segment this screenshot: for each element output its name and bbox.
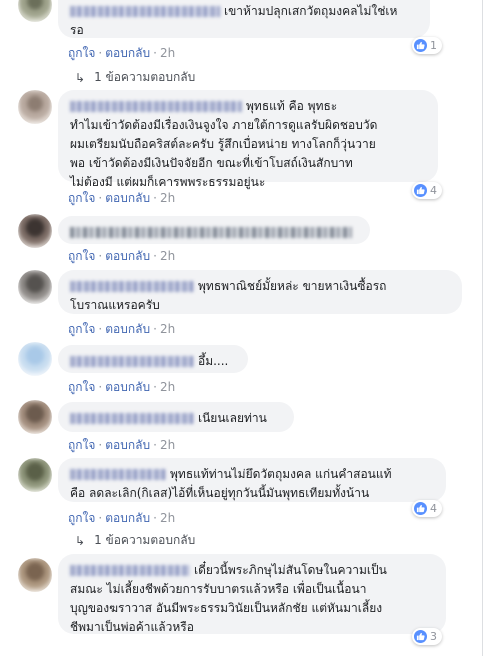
comment-text: พุทธแท้ท่านไม่ยึดวัตถุมงคล แก่นคำสอนแท้ xyxy=(170,467,392,481)
like-link[interactable]: ถูกใจ xyxy=(68,249,95,263)
avatar[interactable] xyxy=(18,214,52,248)
avatar[interactable] xyxy=(18,400,52,434)
commenter-name[interactable] xyxy=(70,469,166,480)
avatar[interactable] xyxy=(18,270,52,304)
like-link[interactable]: ถูกใจ xyxy=(68,511,95,525)
comment-bubble: เขาห้ามปลุกเสกวัตถุมงคลไม่ใช่เห รอ xyxy=(58,0,430,38)
comment-bubble: เนียนเลยท่าน xyxy=(58,402,294,432)
comment-text: บุญของฆราวาส อันมีพระธรรมวินัยเป็นหลักชั… xyxy=(70,601,383,615)
commenter-name[interactable] xyxy=(70,565,190,576)
avatar[interactable] xyxy=(18,558,52,592)
like-link[interactable]: ถูกใจ xyxy=(68,322,95,336)
like-link[interactable]: ถูกใจ xyxy=(68,46,95,60)
commenter-name[interactable] xyxy=(70,6,220,17)
comment-text: โบราณแหรอครับ xyxy=(70,298,160,312)
comment-text: เนียนเลยท่าน xyxy=(198,411,267,425)
comment-actions: ถูกใจ · ตอบกลับ · 2h xyxy=(68,438,176,452)
like-link[interactable]: ถูกใจ xyxy=(68,191,95,205)
comment-text: อึ้ม.... xyxy=(198,354,229,368)
comment-bubble xyxy=(58,216,370,244)
comment-actions: ถูกใจ · ตอบกลับ · 2h xyxy=(68,511,176,525)
comment-actions: ถูกใจ · ตอบกลับ · 2h xyxy=(68,46,176,60)
reply-link[interactable]: ตอบกลับ xyxy=(105,46,150,60)
like-icon xyxy=(414,502,427,515)
like-icon xyxy=(414,630,427,643)
timestamp[interactable]: 2h xyxy=(160,191,175,205)
comment-bubble: พุทธพาณิชย์มั้ยหล่ะ ขายหาเงินซื้อรถ โบรา… xyxy=(58,270,462,314)
comment-text: เดี๋ยวนี้พระภิกษุไม่สันโดษในความเป็น xyxy=(194,563,387,577)
avatar[interactable] xyxy=(18,342,52,376)
comment-actions: ถูกใจ · ตอบกลับ · 2h xyxy=(68,322,176,336)
view-replies-link[interactable]: ↳ 1 ข้อความตอบกลับ xyxy=(75,531,195,550)
commenter-name[interactable] xyxy=(70,413,194,424)
comment-text xyxy=(70,227,352,238)
timestamp[interactable]: 2h xyxy=(160,249,175,263)
comment-bubble: อึ้ม.... xyxy=(58,345,248,373)
like-icon xyxy=(414,184,427,197)
reply-arrow-icon: ↳ xyxy=(75,70,86,85)
reply-link[interactable]: ตอบกลับ xyxy=(105,191,150,205)
timestamp[interactable]: 2h xyxy=(160,380,175,394)
comment-text: พอ เข้าวัดต้องมีเงินปัจจัยอีก ขณะที่เข้า… xyxy=(70,156,353,170)
comment-actions: ถูกใจ · ตอบกลับ · 2h xyxy=(68,191,176,205)
comment-text: รอ xyxy=(70,23,84,37)
comment-text: พุทธแท้ คือ พุทธะ xyxy=(246,99,338,113)
reaction-count[interactable]: 4 xyxy=(412,500,442,517)
comment-text: เขาห้ามปลุกเสกวัตถุมงคลไม่ใช่เห xyxy=(224,4,398,18)
comments-panel: เขาห้ามปลุกเสกวัตถุมงคลไม่ใช่เห รอ 1 ถูก… xyxy=(0,0,483,656)
timestamp[interactable]: 2h xyxy=(160,322,175,336)
comment-text: คือ ลดละเลิก(กิเลส)ไอ้ที่เห็นอยู่ทุกวันน… xyxy=(70,486,370,500)
commenter-name[interactable] xyxy=(70,281,194,292)
reaction-count[interactable]: 3 xyxy=(412,628,442,645)
comment-actions: ถูกใจ · ตอบกลับ · 2h xyxy=(68,380,176,394)
comment-text: สมณะ ไม่เลี้ยงชีพด้วยการรับบาตรแล้วหรือ … xyxy=(70,582,367,596)
reply-link[interactable]: ตอบกลับ xyxy=(105,438,150,452)
comment-bubble: พุทธแท้ คือ พุทธะ ทำไมเข้าวัดต้องมีเรื่อ… xyxy=(58,90,438,189)
commenter-name[interactable] xyxy=(70,356,194,367)
reply-link[interactable]: ตอบกลับ xyxy=(105,380,150,394)
avatar[interactable] xyxy=(18,0,52,22)
timestamp[interactable]: 2h xyxy=(160,511,175,525)
reply-link[interactable]: ตอบกลับ xyxy=(105,322,150,336)
comment-text: ชีพมาเป็นพ่อค้าแล้วหรือ xyxy=(70,620,194,634)
reaction-count[interactable]: 1 xyxy=(412,37,442,54)
like-icon xyxy=(414,39,427,52)
avatar[interactable] xyxy=(18,90,52,124)
like-link[interactable]: ถูกใจ xyxy=(68,438,95,452)
like-link[interactable]: ถูกใจ xyxy=(68,380,95,394)
reply-link[interactable]: ตอบกลับ xyxy=(105,511,150,525)
reaction-count[interactable]: 4 xyxy=(412,182,442,199)
reply-link[interactable]: ตอบกลับ xyxy=(105,249,150,263)
timestamp[interactable]: 2h xyxy=(160,438,175,452)
avatar[interactable] xyxy=(18,458,52,492)
comment-actions: ถูกใจ · ตอบกลับ · 2h xyxy=(68,249,176,263)
commenter-name[interactable] xyxy=(70,101,242,112)
comment-text: ทำไมเข้าวัดต้องมีเรื่องเงินจูงใจ ภายใต้ก… xyxy=(70,118,378,132)
comment-text: ผมเตรียมนับถือคริสต์ละครับ รู้สึกเบื่อหน… xyxy=(70,137,376,151)
comment-text: ไม่ต้องมี แต่ผมก็เคารพพระธรรมอยู่นะ xyxy=(70,175,266,189)
comment-bubble: เดี๋ยวนี้พระภิกษุไม่สันโดษในความเป็น สมณ… xyxy=(58,554,446,634)
comment-text: พุทธพาณิชย์มั้ยหล่ะ ขายหาเงินซื้อรถ xyxy=(198,279,387,293)
comment-bubble: พุทธแท้ท่านไม่ยึดวัตถุมงคล แก่นคำสอนแท้ … xyxy=(58,458,446,502)
reply-arrow-icon: ↳ xyxy=(75,533,86,548)
timestamp[interactable]: 2h xyxy=(160,46,175,60)
view-replies-link[interactable]: ↳ 1 ข้อความตอบกลับ xyxy=(75,68,195,87)
